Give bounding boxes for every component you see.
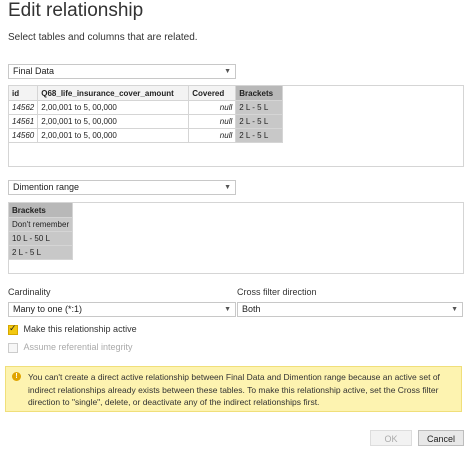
table-cell: 2,00,001 to 5, 00,000 (37, 114, 190, 129)
warning-text: You can't create a direct active relatio… (28, 372, 440, 407)
table1-col-brackets[interactable]: Brackets (235, 86, 284, 101)
table-cell: 2,00,001 to 5, 00,000 (37, 100, 190, 115)
table-row: 14560 2,00,001 to 5, 00,000 null 2 L - 5… (9, 128, 284, 143)
referential-checkbox[interactable] (8, 342, 18, 353)
table-cell: null (188, 100, 237, 115)
table-cell: 2,00,001 to 5, 00,000 (37, 128, 190, 143)
cardinality-select-value: Many to one (*:1) (13, 304, 83, 314)
chevron-down-icon: ▼ (224, 68, 231, 75)
cross-filter-label: Cross filter direction (237, 287, 317, 297)
table-cell: 2 L - 5 L (235, 128, 284, 143)
table-row: 14561 2,00,001 to 5, 00,000 null 2 L - 5… (9, 114, 284, 129)
table2-header-row: Brackets (9, 203, 74, 218)
table-cell: 2 L - 5 L (235, 114, 284, 129)
warning-icon: ! (12, 372, 21, 381)
table-row: 2 L - 5 L (9, 245, 74, 260)
cancel-button[interactable]: Cancel (418, 430, 464, 446)
referential-option[interactable]: Assume referential integrity (8, 342, 133, 353)
cross-filter-select-value: Both (242, 304, 261, 314)
table2-grid: Brackets Don't remember 10 L - 50 L 2 L … (9, 203, 74, 260)
table1-preview: id Q68_life_insurance_cover_amount Cover… (8, 85, 464, 167)
table1-select-value: Final Data (13, 66, 55, 76)
table-cell: 10 L - 50 L (9, 231, 74, 246)
ok-button[interactable]: OK (370, 430, 412, 446)
table-cell: 2 L - 5 L (235, 100, 284, 115)
chevron-down-icon: ▼ (224, 184, 231, 191)
chevron-down-icon: ▼ (451, 306, 458, 313)
table-row: 14562 2,00,001 to 5, 00,000 null 2 L - 5… (9, 100, 284, 115)
table-cell: null (188, 128, 237, 143)
table-row: Don't remember (9, 217, 74, 232)
table1-grid: id Q68_life_insurance_cover_amount Cover… (9, 86, 284, 143)
table2-select-value: Dimention range (13, 182, 80, 192)
dialog-title: Edit relationship (8, 0, 144, 21)
table-row: 10 L - 50 L (9, 231, 74, 246)
table-cell: null (188, 114, 237, 129)
table1-col-id[interactable]: id (9, 86, 39, 101)
table-cell: 2 L - 5 L (9, 245, 74, 260)
table1-col-covered[interactable]: Covered (188, 86, 237, 101)
table2-select[interactable]: Dimention range ▼ (8, 180, 236, 195)
table1-header-row: id Q68_life_insurance_cover_amount Cover… (9, 86, 284, 101)
dialog-subtitle: Select tables and columns that are relat… (8, 32, 198, 43)
table1-col-q68[interactable]: Q68_life_insurance_cover_amount (37, 86, 190, 101)
cross-filter-select[interactable]: Both ▼ (237, 302, 463, 317)
table2-preview: Brackets Don't remember 10 L - 50 L 2 L … (8, 202, 464, 274)
active-option[interactable]: Make this relationship active (8, 323, 137, 335)
active-checkbox[interactable] (8, 323, 18, 335)
cardinality-select[interactable]: Many to one (*:1) ▼ (8, 302, 236, 317)
chevron-down-icon: ▼ (224, 306, 231, 313)
table-cell: 14562 (9, 100, 39, 115)
active-label: Make this relationship active (23, 324, 137, 334)
table-cell: Don't remember (9, 217, 74, 232)
warning-banner: ! You can't create a direct active relat… (5, 366, 462, 412)
table1-select[interactable]: Final Data ▼ (8, 64, 236, 79)
table2-col-brackets[interactable]: Brackets (9, 203, 74, 218)
referential-label: Assume referential integrity (23, 342, 133, 352)
cardinality-label: Cardinality (8, 287, 51, 297)
table-cell: 14561 (9, 114, 39, 129)
table-cell: 14560 (9, 128, 39, 143)
